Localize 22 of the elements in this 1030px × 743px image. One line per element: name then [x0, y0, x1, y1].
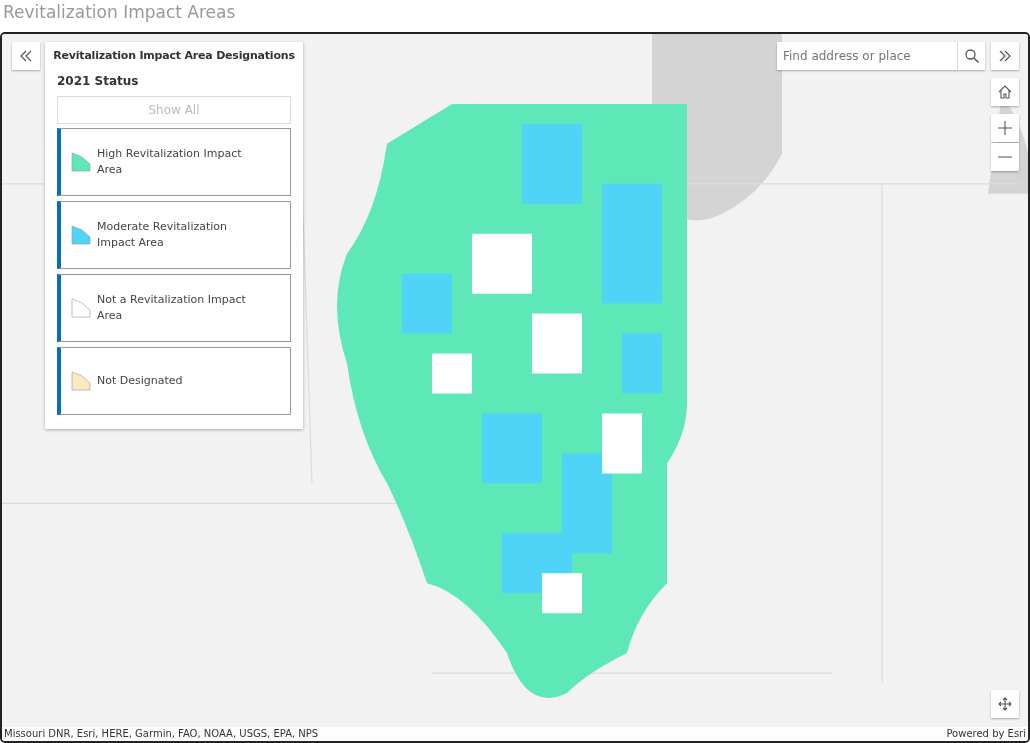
- legend-item[interactable]: Not Designated: [57, 347, 291, 415]
- double-chevron-right-icon: [998, 49, 1012, 63]
- legend-item[interactable]: Moderate Revitalization Impact Area: [57, 201, 291, 269]
- double-chevron-left-icon: [19, 49, 33, 63]
- search-button[interactable]: [957, 42, 985, 70]
- search-field[interactable]: Find address or place: [777, 42, 985, 70]
- search-icon: [963, 48, 980, 64]
- legend-item[interactable]: High Revitalization Impact Area: [57, 128, 291, 196]
- home-icon: [997, 84, 1013, 100]
- expand-button[interactable]: [991, 42, 1019, 70]
- zoom-in-icon: [997, 120, 1013, 136]
- collapse-button[interactable]: [12, 42, 40, 70]
- move-arrows-icon: [997, 696, 1013, 712]
- pan-button[interactable]: [991, 690, 1019, 718]
- legend-subtitle: 2021 Status: [57, 74, 140, 90]
- legend-item[interactable]: Not a Revitalization Impact Area: [57, 274, 291, 342]
- page-title: Revitalization Impact Areas: [2, 1, 237, 24]
- powered-by-text: Powered by Esri: [946, 727, 1026, 741]
- attribution-text: Missouri DNR, Esri, HERE, Garmin, FAO, NOAA, USGS, EPA, NPS: [4, 727, 319, 741]
- home-button[interactable]: [991, 78, 1019, 106]
- legend-title: Revitalization Impact Area Designations: [52, 48, 296, 64]
- zoom-in-button[interactable]: [991, 114, 1019, 142]
